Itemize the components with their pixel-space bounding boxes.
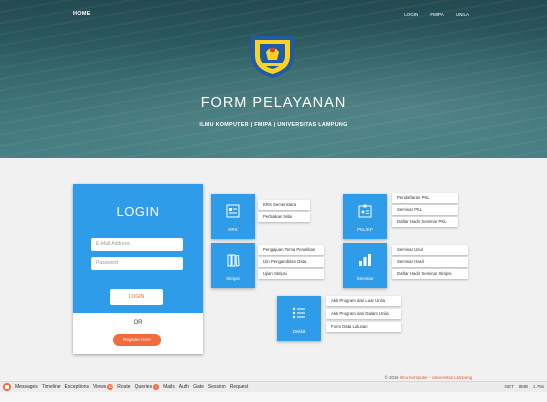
tab-gate[interactable]: Gate [193, 384, 204, 390]
tab-auth[interactable]: Auth [179, 384, 189, 390]
debugbar-logo-icon[interactable] [2, 382, 12, 392]
link-krs-semenstara[interactable]: KRS Semenstara [258, 200, 310, 210]
nav-unila-link[interactable]: UNILA [456, 12, 469, 17]
link-seminar-usul[interactable]: Seminar Usul [392, 245, 468, 255]
tab-views[interactable]: Views 10 [92, 384, 114, 390]
request-time: 1.78s [532, 384, 544, 389]
tab-session-label: Session [207, 384, 226, 390]
link-akti-luar-unila[interactable]: Akti Program dari Luar Unila [326, 296, 401, 306]
debugbar-stats: GET 8MB 1.78s [504, 384, 544, 389]
link-perbaikan-nilai[interactable]: Perbaikan Nilai [258, 212, 310, 222]
nav-links: LOGIN FMIPA UNILA [404, 12, 469, 17]
link-pendaftaran-pkl[interactable]: Pendaftaran PKL [392, 193, 458, 203]
tile-skripsi-label: Skripsi [226, 276, 240, 281]
tab-messages[interactable]: Messages [15, 384, 38, 390]
link-daftar-hadir-seminar-pkl[interactable]: Daftar Hadir Seminar PKL [392, 217, 458, 227]
footer-copyright: © 2016 Ilmu Komputer - Universitas Lampu… [385, 375, 472, 380]
tab-exceptions[interactable]: Exceptions [65, 384, 89, 390]
tile-krs-label: KRS [228, 227, 238, 232]
footer-suffix: - Universitas Lampung [429, 375, 472, 380]
tile-seminar[interactable]: Seminar [343, 243, 387, 288]
tile-krs[interactable]: KRS [211, 194, 255, 239]
debug-bar: Messages Timeline Exceptions Views 10 Rou… [0, 381, 547, 392]
badge-icon [358, 204, 372, 218]
queries-count-badge: 1 [153, 384, 160, 390]
tab-request-label: Request [229, 384, 249, 390]
bar-chart-icon [359, 254, 371, 266]
tile-pkl-kp[interactable]: PKL/KP [343, 194, 387, 239]
request-method[interactable]: GET [504, 384, 513, 389]
link-ujian-skripsi[interactable]: Ujian Skripsi [258, 269, 324, 279]
page-subtitle: ILMU KOMPUTER | FMIPA | UNIVERSITAS LAMP… [199, 122, 348, 128]
tab-queries[interactable]: Queries 1 [135, 384, 160, 390]
link-daftar-hadir-seminar-skripsi[interactable]: Daftar Hadir Seminar Skripsi [392, 269, 468, 279]
nav-login-link[interactable]: LOGIN [404, 12, 418, 17]
tab-auth-label: Auth [178, 384, 190, 390]
email-field[interactable]: E-Mail Address [91, 238, 183, 251]
tile-dekkit-label: Dekkit [292, 329, 306, 334]
nav-fmipa-link[interactable]: FMIPA [430, 12, 443, 17]
link-pengajuan-tema[interactable]: Pengajuan Tema Penelitian [258, 245, 324, 255]
tab-route-label: Route [117, 384, 131, 390]
tile-pkl-kp-label: PKL/KP [357, 227, 373, 232]
tab-exceptions-label: Exceptions [64, 384, 89, 390]
list-icon [292, 307, 305, 319]
footer-link[interactable]: Ilmu Komputer [400, 375, 428, 380]
login-card: LOGIN E-Mail Address Password LOGIN OR R… [73, 184, 203, 354]
link-form-data-lulusan[interactable]: Form Data Lulusan [326, 322, 401, 332]
login-button[interactable]: LOGIN [110, 289, 163, 305]
tile-seminar-label: Seminar [356, 276, 374, 281]
tab-mails[interactable]: Mails [163, 384, 175, 390]
id-card-icon [226, 204, 240, 218]
footer-year: © 2016 [384, 375, 399, 380]
tile-skripsi[interactable]: Skripsi [211, 243, 255, 288]
tab-views-label: Views [92, 384, 107, 390]
or-separator: OR [133, 320, 143, 326]
tab-timeline-label: Timeline [41, 384, 61, 390]
register-button[interactable]: Register Here [113, 334, 161, 346]
tab-route[interactable]: Route [117, 384, 130, 390]
tab-timeline[interactable]: Timeline [42, 384, 61, 390]
link-akti-dalam-unila[interactable]: Akti Program dari Dalam Unila [326, 309, 401, 319]
tab-session[interactable]: Session [208, 384, 226, 390]
memory-usage: 8MB [518, 384, 528, 389]
tab-queries-label: Queries [134, 384, 153, 390]
password-field[interactable]: Password [91, 257, 183, 270]
views-count-badge: 10 [107, 384, 114, 390]
link-izin-pengambilan-data[interactable]: Izin Pengambilan Data [258, 257, 324, 267]
hero-banner: HOME LOGIN FMIPA UNILA FORM PELAYANAN IL… [0, 0, 547, 158]
books-icon [227, 254, 240, 267]
tile-dekkit[interactable]: Dekkit [277, 296, 321, 341]
register-panel: OR Register Here [73, 313, 203, 354]
page-title: FORM PELAYANAN [200, 95, 347, 111]
link-seminar-hasil[interactable]: Seminar Hasil [392, 257, 468, 267]
login-panel: LOGIN E-Mail Address Password LOGIN [73, 184, 203, 313]
link-seminar-pkl[interactable]: Seminar PKL [392, 205, 458, 215]
tab-messages-label: Messages [15, 384, 38, 390]
tab-mails-label: Mails [163, 384, 175, 390]
login-title: LOGIN [116, 204, 160, 219]
bottom-strip [0, 392, 547, 402]
tab-request[interactable]: Request [230, 384, 249, 390]
university-logo [251, 36, 294, 78]
tab-gate-label: Gate [193, 384, 204, 390]
nav-home-link[interactable]: HOME [73, 11, 91, 17]
